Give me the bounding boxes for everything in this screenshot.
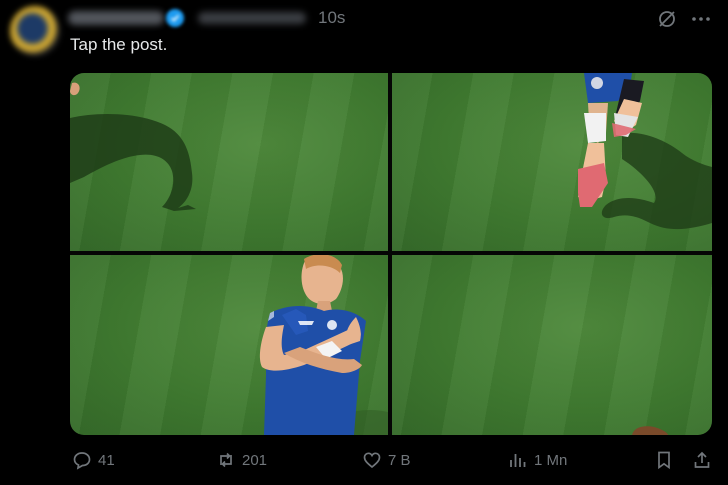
repost-button[interactable]: 201: [216, 450, 267, 470]
media-tile-2[interactable]: [392, 73, 712, 251]
like-count: 7 B: [388, 451, 411, 469]
like-button[interactable]: 7 B: [362, 450, 411, 470]
post-text: Tap the post.: [70, 35, 168, 54]
repost-count: 201: [242, 451, 268, 469]
view-count: 1 Mn: [534, 451, 568, 469]
grid-divider-horizontal: [70, 251, 712, 255]
avatar[interactable]: [10, 6, 60, 56]
media-grid[interactable]: [70, 73, 712, 435]
bookmark-button[interactable]: [654, 450, 680, 470]
tweet[interactable]: 10s Tap the post. 41 201 7 B 1 Mn: [0, 0, 728, 485]
views-icon: [510, 454, 526, 467]
action-bar: 41 201 7 B 1 Mn: [0, 450, 728, 476]
share-button[interactable]: [692, 450, 718, 470]
media-tile-3[interactable]: [70, 255, 388, 435]
player-celebration: [259, 255, 388, 435]
like-icon: [363, 452, 381, 469]
verified-icon: [166, 9, 184, 27]
media-tile-1[interactable]: [70, 73, 388, 251]
grok-icon[interactable]: [656, 8, 678, 30]
reply-button[interactable]: 41: [72, 450, 115, 470]
repost-icon: [220, 452, 232, 468]
player-shadow: [70, 82, 196, 211]
views-button[interactable]: 1 Mn: [508, 450, 567, 470]
reply-count: 41: [98, 451, 115, 469]
author-name-blurred[interactable]: [68, 11, 164, 25]
author-handle-blurred[interactable]: [198, 12, 306, 24]
more-icon[interactable]: [690, 8, 712, 30]
player-legs: [578, 73, 712, 230]
reply-icon: [73, 452, 91, 470]
share-icon: [694, 451, 710, 468]
post-header: 10s: [68, 8, 345, 28]
post-timestamp[interactable]: 10s: [318, 8, 345, 28]
grass-corner-head: [632, 426, 668, 435]
bookmark-icon: [658, 451, 670, 470]
media-tile-4[interactable]: [392, 255, 712, 435]
